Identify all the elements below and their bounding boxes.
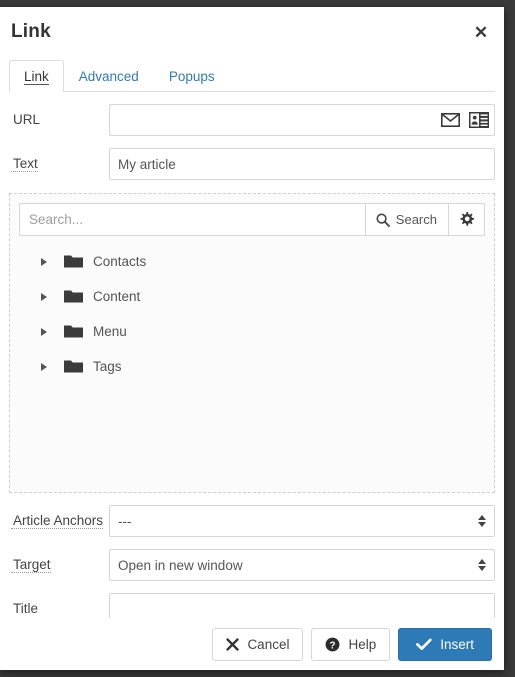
target-label-cell: Target: [9, 556, 109, 574]
target-select-wrap: Open in new window: [109, 549, 495, 581]
article-anchors-select[interactable]: ---: [109, 505, 495, 537]
chevron-right-icon[interactable]: [41, 257, 47, 266]
url-icon-group: [441, 104, 489, 136]
title-label-cell: Title: [9, 600, 109, 618]
cancel-button[interactable]: Cancel: [212, 627, 304, 661]
text-label-cell: Text: [9, 155, 109, 173]
text-label: Text: [11, 156, 38, 172]
tree-item-menu[interactable]: Menu: [19, 314, 485, 349]
tab-bar: Link Advanced Popups: [9, 60, 495, 92]
target-select[interactable]: Open in new window: [109, 549, 495, 581]
magnifier-icon: [376, 212, 390, 227]
insert-button[interactable]: Insert: [398, 627, 492, 661]
dialog-body: URL Text My article: [0, 104, 504, 180]
search-input[interactable]: [19, 203, 365, 236]
search-button-label: Search: [395, 212, 437, 227]
title-label: Title: [13, 601, 39, 616]
check-icon: [416, 638, 432, 650]
content-tree: Contacts Content Menu Tags: [19, 244, 485, 384]
x-icon: [226, 637, 240, 651]
tab-advanced[interactable]: Advanced: [64, 60, 154, 92]
folder-icon: [64, 290, 83, 303]
tab-link[interactable]: Link: [9, 60, 64, 92]
cancel-button-label: Cancel: [247, 636, 290, 652]
contact-card-icon[interactable]: [469, 112, 489, 128]
tree-item-label: Tags: [93, 359, 122, 374]
text-row: Text: [9, 148, 495, 180]
insert-button-label: Insert: [440, 636, 474, 652]
dialog-body-lower: Article Anchors --- Target Open in new w…: [0, 505, 504, 625]
tree-item-label: Menu: [93, 324, 127, 339]
url-label: URL: [13, 112, 41, 127]
page-title: Link: [11, 21, 51, 42]
close-icon[interactable]: ✕: [470, 22, 492, 44]
tree-item-contacts[interactable]: Contacts: [19, 244, 485, 279]
article-anchors-row: Article Anchors ---: [9, 505, 495, 537]
mail-icon[interactable]: [441, 113, 460, 127]
text-field-wrap: [109, 148, 495, 180]
chevron-right-icon[interactable]: [41, 292, 47, 301]
tab-link-label: Link: [24, 69, 49, 85]
dialog-header: Link ✕: [0, 7, 504, 60]
article-anchors-label-cell: Article Anchors: [9, 512, 109, 530]
dialog-footer: Cancel ? Help Insert: [0, 618, 504, 670]
url-row: URL: [9, 104, 495, 136]
search-button[interactable]: Search: [364, 203, 449, 236]
article-anchors-select-wrap: ---: [109, 505, 495, 537]
url-field-wrap: [109, 104, 495, 136]
tab-popups-label: Popups: [168, 69, 215, 84]
folder-icon: [64, 255, 83, 268]
tab-advanced-label: Advanced: [78, 69, 139, 84]
tree-item-content[interactable]: Content: [19, 279, 485, 314]
question-circle-icon: ?: [326, 637, 340, 651]
target-label: Target: [11, 557, 51, 573]
search-settings-button[interactable]: [449, 203, 485, 236]
chevron-right-icon[interactable]: [41, 327, 47, 336]
url-input[interactable]: [109, 104, 495, 136]
tree-item-label: Contacts: [93, 254, 147, 269]
chevron-right-icon[interactable]: [41, 362, 47, 371]
search-group: Search: [19, 203, 485, 236]
text-input[interactable]: [109, 148, 495, 180]
help-button[interactable]: ? Help: [311, 627, 391, 661]
target-row: Target Open in new window: [9, 549, 495, 581]
article-anchors-label: Article Anchors: [11, 513, 104, 529]
folder-icon: [64, 325, 83, 338]
link-dialog: Link ✕ Link Advanced Popups URL Text My …: [0, 7, 504, 670]
folder-icon: [64, 360, 83, 373]
tree-item-tags[interactable]: Tags: [19, 349, 485, 384]
url-label-cell: URL: [9, 111, 109, 129]
content-browser-panel: Search Contacts: [9, 193, 495, 493]
gear-icon: [460, 212, 474, 226]
svg-text:?: ?: [330, 640, 336, 651]
help-button-label: Help: [348, 636, 377, 652]
tree-item-label: Content: [93, 289, 141, 304]
tab-popups[interactable]: Popups: [154, 60, 230, 92]
